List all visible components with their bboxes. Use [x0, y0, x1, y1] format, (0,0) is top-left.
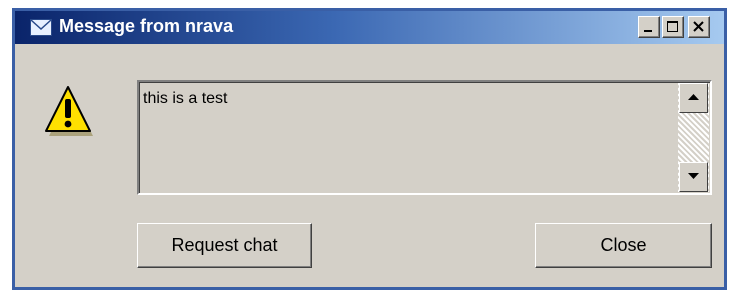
minimize-button[interactable]	[638, 16, 660, 38]
vertical-scrollbar[interactable]	[678, 83, 709, 192]
maximize-icon	[667, 21, 678, 32]
warning-icon	[43, 83, 93, 139]
scroll-up-button[interactable]	[679, 83, 708, 113]
message-text: this is a test	[143, 90, 228, 107]
request-chat-button[interactable]: Request chat	[137, 223, 312, 268]
message-text-area[interactable]: this is a test	[137, 80, 712, 195]
arrow-up-icon	[688, 94, 699, 100]
scroll-down-button[interactable]	[679, 162, 708, 192]
close-button[interactable]: Close	[535, 223, 712, 268]
envelope-icon	[30, 19, 52, 36]
title-bar[interactable]: Message from nrava	[15, 11, 724, 44]
close-window-button[interactable]	[688, 16, 710, 38]
minimize-icon	[644, 30, 652, 32]
message-dialog: Message from nrava this is a test Reques…	[12, 8, 727, 290]
window-title: Message from nrava	[59, 16, 234, 36]
arrow-down-icon	[688, 173, 699, 179]
maximize-button[interactable]	[662, 16, 684, 38]
close-icon	[693, 21, 704, 32]
